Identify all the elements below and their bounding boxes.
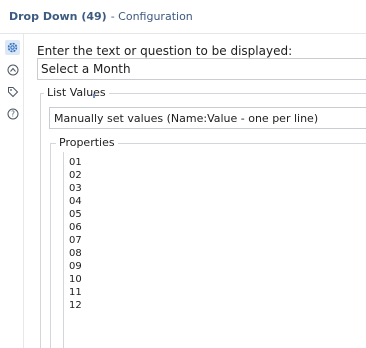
- properties-line: 05: [69, 209, 82, 220]
- tag-icon[interactable]: [5, 84, 20, 99]
- properties-heading: Properties: [56, 136, 118, 149]
- properties-line: 08: [69, 248, 82, 259]
- properties-line: 06: [69, 222, 82, 233]
- window-subtitle: - Configuration: [110, 10, 193, 23]
- properties-line: 10: [69, 274, 82, 285]
- properties-inner-frame-left: [63, 152, 64, 348]
- properties-line: 04: [69, 196, 82, 207]
- list-values-frame-left: [40, 93, 41, 348]
- arrow-circle-icon[interactable]: [5, 62, 20, 77]
- prompt-label: Enter the text or question to be display…: [37, 44, 293, 58]
- title-bar: Drop Down (49) - Configuration: [0, 0, 366, 34]
- properties-frame-left: [50, 143, 51, 348]
- properties-line: 03: [69, 183, 82, 194]
- prompt-text-input[interactable]: Select a Month: [37, 58, 366, 80]
- configuration-gear-icon[interactable]: [5, 40, 20, 55]
- window-title: Drop Down (49) - Configuration: [9, 10, 193, 23]
- properties-line: 07: [69, 235, 82, 246]
- properties-line: 09: [69, 261, 82, 272]
- tool-name: Drop Down (49): [9, 10, 107, 23]
- properties-line: 12: [69, 300, 82, 311]
- side-rail: ?: [0, 34, 24, 348]
- properties-line: 02: [69, 170, 82, 181]
- properties-textarea[interactable]: 01 02 03 04 05 06 07 08 09 10 11 12: [66, 156, 366, 348]
- list-values-heading: List Values: [44, 86, 109, 99]
- help-icon[interactable]: ?: [5, 106, 20, 121]
- svg-text:?: ?: [11, 109, 15, 118]
- text-cursor-mark: [93, 94, 95, 98]
- list-values-mode-select[interactable]: Manually set values (Name:Value - one pe…: [49, 107, 366, 129]
- properties-line: 11: [69, 287, 82, 298]
- properties-line: 01: [69, 157, 82, 168]
